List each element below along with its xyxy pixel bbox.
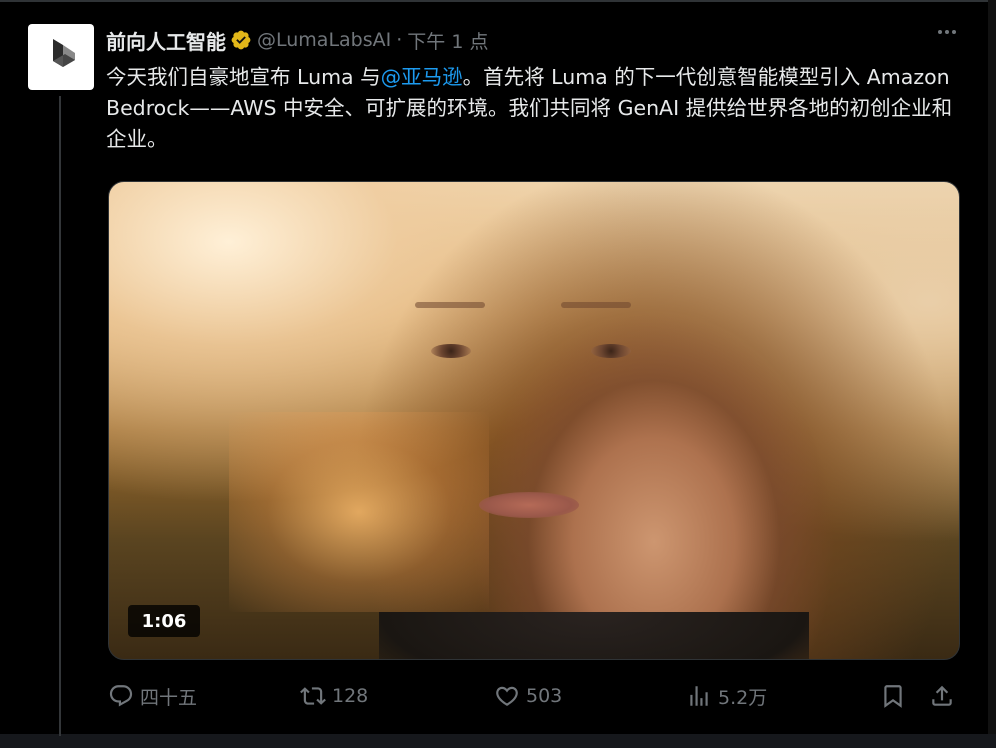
more-dots-icon[interactable] xyxy=(938,30,956,34)
like-button[interactable]: 503 xyxy=(494,680,562,712)
left-brow xyxy=(415,302,485,308)
frame-bottom-border xyxy=(0,734,996,748)
tweet-text: 今天我们自豪地宣布 Luma 与@亚马逊。首先将 Luma 的下一代创意智能模型… xyxy=(106,62,956,155)
like-count: 503 xyxy=(526,685,563,707)
retweet-icon xyxy=(300,687,326,705)
lips xyxy=(479,492,579,518)
frame-right-border xyxy=(988,0,996,748)
tweet-header: 前向人工智能 @LumaLabsAI · 下午 1 点 xyxy=(106,25,488,55)
reply-count: 四十五 xyxy=(140,686,198,709)
video-duration-badge: 1:06 xyxy=(128,605,200,637)
separator-dot: · xyxy=(396,29,403,51)
retweet-button[interactable]: 128 xyxy=(300,680,368,712)
shirt-shadow xyxy=(379,612,809,659)
views-bar-chart-icon xyxy=(690,686,708,706)
frame-top-border xyxy=(0,0,996,2)
views-count: 5.2万 xyxy=(718,686,768,709)
action-bar: 四十五 128 503 5.2万 xyxy=(0,680,996,712)
left-eye xyxy=(431,344,471,358)
hair-glow xyxy=(229,412,489,612)
reply-bubble-icon xyxy=(109,685,133,707)
right-eye xyxy=(591,344,631,358)
views-button[interactable]: 5.2万 xyxy=(686,680,767,712)
thread-line xyxy=(59,96,61,736)
tweet-text-part-1: 今天我们自豪地宣布 Luma 与 xyxy=(106,65,381,89)
heart-icon xyxy=(496,686,518,706)
avatar[interactable] xyxy=(28,24,94,90)
retweet-count: 128 xyxy=(332,685,369,707)
share-upload-icon xyxy=(932,685,952,706)
luma-logo-icon xyxy=(53,39,75,67)
bookmark-icon xyxy=(884,685,902,708)
mention-link[interactable]: @亚马逊 xyxy=(381,65,463,89)
reply-button[interactable]: 四十五 xyxy=(108,680,197,712)
right-brow xyxy=(561,302,631,308)
bookmark-button[interactable] xyxy=(880,680,906,712)
verified-badge-icon[interactable] xyxy=(230,29,252,51)
display-name[interactable]: 前向人工智能 xyxy=(106,26,226,55)
share-button[interactable] xyxy=(929,680,955,712)
video-media[interactable] xyxy=(108,181,960,660)
handle[interactable]: @LumaLabsAI xyxy=(257,29,391,51)
timestamp[interactable]: 下午 1 点 xyxy=(407,27,488,54)
